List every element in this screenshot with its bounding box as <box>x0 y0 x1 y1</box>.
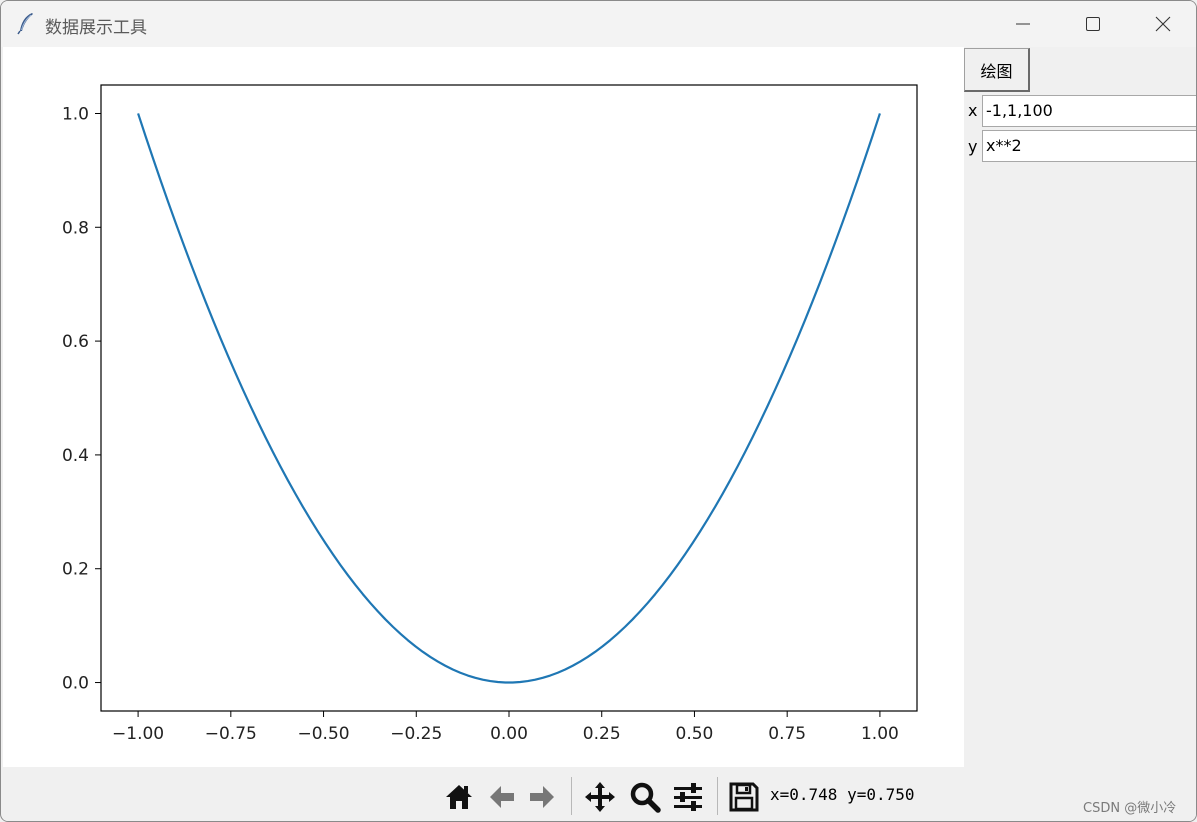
pan-icon <box>585 782 615 812</box>
configure-subplots-button[interactable] <box>671 781 705 813</box>
y-tick-label: 0.0 <box>62 674 89 694</box>
zoom-button[interactable] <box>628 781 662 813</box>
pan-button[interactable] <box>583 781 617 813</box>
minimize-icon <box>1016 23 1030 25</box>
configure-subplots-icon <box>674 783 702 811</box>
app-window: 数据展示工具 −1.00 −0.75 −0.50 −0.25 0.00 0.25 0.50 0… <box>0 0 1197 822</box>
y-tick-label: 1.0 <box>62 104 89 124</box>
y-tick-label: 0.6 <box>62 332 89 352</box>
axes-frame <box>100 84 918 712</box>
y-tick-label: 0.2 <box>62 560 89 580</box>
home-icon <box>446 785 472 809</box>
forward-button[interactable] <box>525 781 559 813</box>
y-tick-label: 0.8 <box>62 218 89 238</box>
x-tick-label: 1.00 <box>861 724 899 744</box>
close-button[interactable] <box>1129 1 1196 47</box>
watermark: CSDN @微小冷 <box>1083 801 1177 816</box>
save-button[interactable] <box>727 781 761 813</box>
toolbar-separator <box>571 777 572 815</box>
back-button[interactable] <box>485 781 519 813</box>
home-button[interactable] <box>442 781 476 813</box>
side-panel: 绘图 x -1,1,100 y x**2 <box>964 47 1196 767</box>
x-tick-label: 0.50 <box>676 724 714 744</box>
x-tick-label: 0.25 <box>583 724 621 744</box>
x-tick-label: 0.00 <box>490 724 528 744</box>
title-bar[interactable]: 数据展示工具 <box>1 1 1196 47</box>
zoom-icon <box>630 782 661 813</box>
x-field-label: x <box>968 101 978 120</box>
feather-icon <box>17 13 33 35</box>
minimize-button[interactable] <box>989 1 1057 47</box>
maximize-icon <box>1086 17 1100 31</box>
plot-button[interactable]: 绘图 <box>964 48 1030 92</box>
maximize-button[interactable] <box>1059 1 1127 47</box>
x-tick-label: 0.75 <box>768 724 806 744</box>
x-range-input[interactable]: -1,1,100 <box>982 95 1196 127</box>
plot-canvas[interactable]: −1.00 −0.75 −0.50 −0.25 0.00 0.25 0.50 0.75 1.00… <box>3 47 964 767</box>
line-chart: −1.00 −0.75 −0.50 −0.25 0.00 0.25 0.50 0.75 1.00… <box>62 84 918 744</box>
save-icon <box>729 782 759 812</box>
window-title: 数据展示工具 <box>45 18 147 38</box>
navigation-toolbar: x=0.748 y=0.750 CSDN @微小冷 <box>3 767 1196 821</box>
y-expression-input[interactable]: x**2 <box>982 130 1196 162</box>
x-tick-label: −1.00 <box>112 724 164 744</box>
y-tick-label: 0.4 <box>62 446 89 466</box>
back-icon <box>490 786 514 808</box>
x-tick-label: −0.50 <box>297 724 349 744</box>
x-tick-label: −0.25 <box>390 724 442 744</box>
series-line-0 <box>137 113 881 684</box>
cursor-coordinates: x=0.748 y=0.750 <box>770 785 915 804</box>
x-tick-label: −0.75 <box>205 724 257 744</box>
forward-icon <box>530 786 554 808</box>
toolbar-separator <box>717 777 718 815</box>
close-icon <box>1155 16 1171 32</box>
y-field-label: y <box>968 137 978 156</box>
